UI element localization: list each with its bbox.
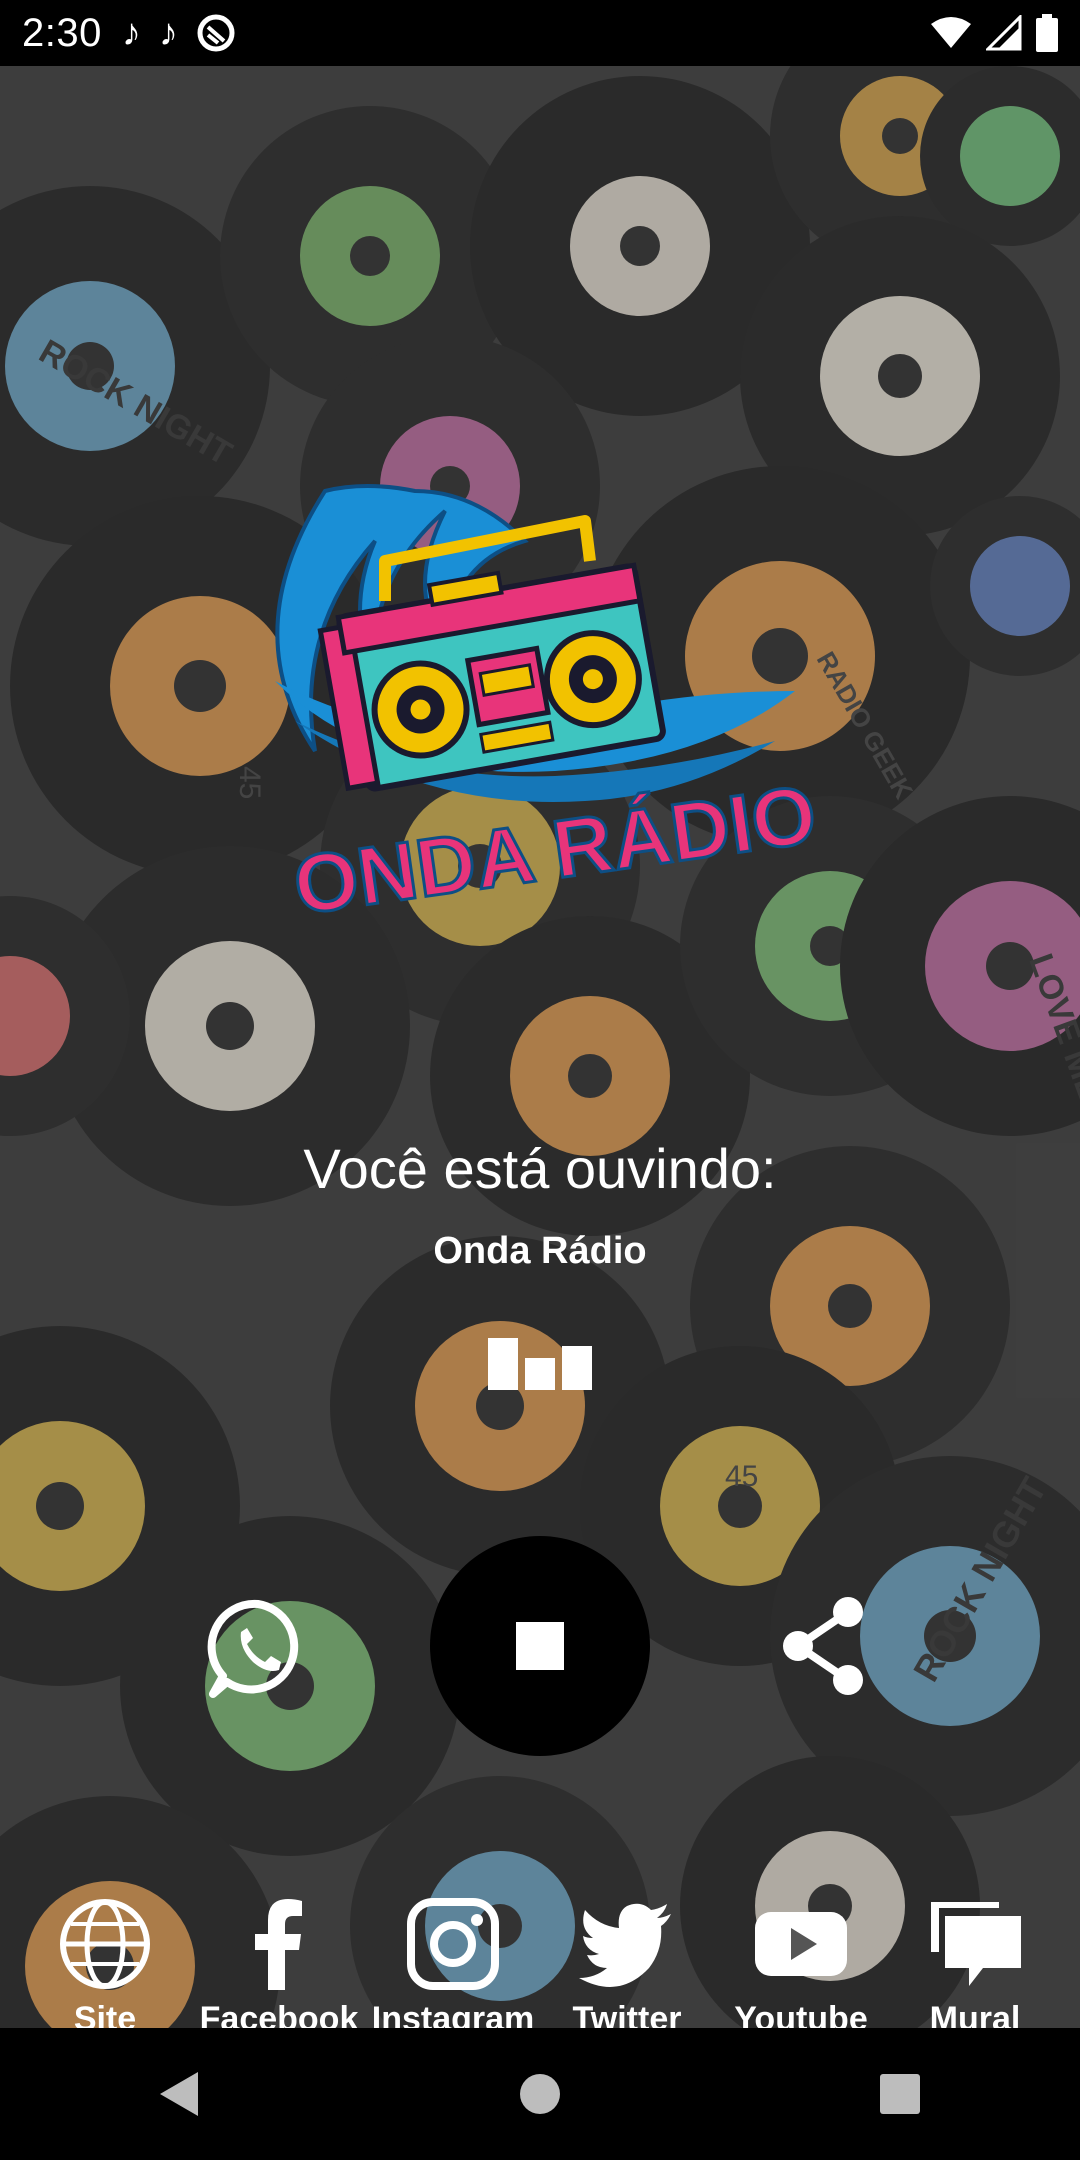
home-icon [520, 2074, 560, 2114]
station-name: Onda Rádio [433, 1230, 647, 1272]
equalizer-icon [488, 1338, 592, 1390]
whatsapp-icon[interactable] [205, 1596, 311, 1702]
sync-icon [197, 14, 235, 52]
globe-icon [60, 1899, 150, 1989]
cell-signal-icon [986, 15, 1022, 51]
youtube-icon [755, 1912, 847, 1976]
share-icon[interactable] [778, 1596, 870, 1696]
now-playing-label: Você está ouvindo: [303, 1137, 777, 1200]
music-note-icon: ♪ [158, 12, 178, 54]
back-icon [160, 2072, 198, 2116]
status-time: 2:30 [22, 10, 102, 55]
social-links-bar: Site Facebook Instagram Twitter Youtube … [0, 1896, 1080, 2028]
instagram-link[interactable]: Instagram [368, 1896, 538, 2028]
system-nav-bar [0, 2028, 1080, 2160]
home-button[interactable] [495, 2049, 585, 2139]
stop-icon [516, 1622, 564, 1670]
facebook-link[interactable]: Facebook [194, 1896, 364, 2028]
youtube-label: Youtube [734, 2000, 868, 2028]
site-label: Site [73, 2000, 137, 2028]
mural-label: Mural [929, 2000, 1021, 2028]
site-link[interactable]: Site [20, 1896, 190, 2028]
battery-icon [1036, 14, 1058, 52]
onda-radio-logo: ONDA RÁDIO [275, 484, 815, 934]
player-screen: ROCK NIGHT RADIO GEEK 45 LOVE ME ROCK NI… [0, 66, 1080, 2028]
status-bar: 2:30 ♪ ♪ [0, 0, 1080, 66]
facebook-label: Facebook [199, 2000, 359, 2028]
instagram-label: Instagram [371, 2000, 535, 2028]
instagram-icon [407, 1898, 499, 1990]
facebook-icon [255, 1899, 302, 1990]
recents-button[interactable] [855, 2049, 945, 2139]
twitter-icon [579, 1903, 671, 1987]
back-button[interactable] [135, 2049, 225, 2139]
stop-button[interactable] [430, 1536, 650, 1756]
youtube-link[interactable]: Youtube [716, 1896, 886, 2028]
recents-icon [880, 2074, 920, 2114]
music-note-icon: ♪ [121, 12, 141, 54]
wifi-icon [931, 17, 971, 48]
twitter-label: Twitter [572, 2000, 682, 2028]
chat-icon [931, 1902, 1021, 1986]
twitter-link[interactable]: Twitter [542, 1896, 712, 2028]
mural-link[interactable]: Mural [890, 1896, 1060, 2028]
